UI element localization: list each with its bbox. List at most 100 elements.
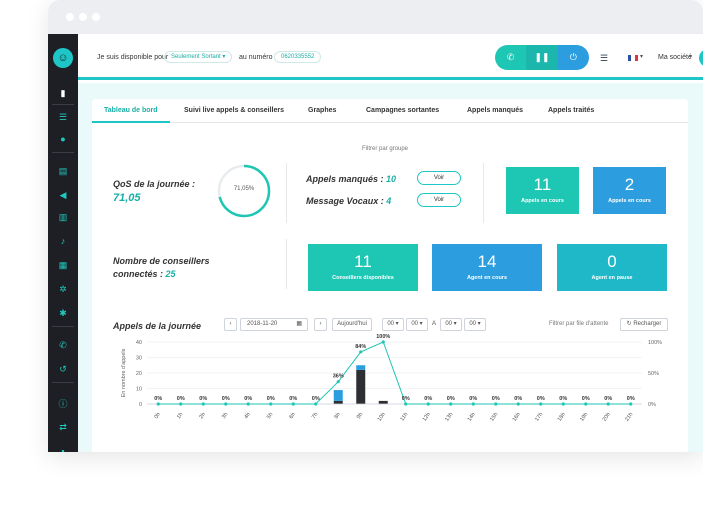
voicemail-voir-button[interactable]: Voir (417, 193, 461, 207)
minute-to-select[interactable]: 00 ▾ (464, 318, 486, 331)
window-dot (66, 13, 74, 21)
tile-conseillers-disponibles[interactable]: 11 Conseillers disponibles (308, 244, 418, 291)
dashboard-icon[interactable]: ▮ (48, 86, 78, 100)
next-day-button[interactable]: › (314, 318, 327, 331)
call-button[interactable]: ✆ (495, 45, 527, 70)
x-tick-label: 18h (557, 412, 567, 423)
topbar: Je suis disponible pour Seulement Sortan… (78, 34, 703, 80)
phone-icon: ✆ (506, 52, 515, 62)
tile-appels-en-cours-2[interactable]: 2 Appels en cours (593, 167, 666, 214)
tile-agent-en-cours[interactable]: 14 Agent en cours (432, 244, 542, 291)
minute-from-value: 00 (411, 321, 418, 327)
x-tick-label: 1h (176, 412, 184, 420)
phone-icon[interactable]: ✆ (48, 338, 78, 352)
rate-point (381, 340, 385, 344)
tile-label: Conseillers disponibles (332, 275, 394, 281)
bar-appels-traites (378, 400, 388, 404)
language-flag-icon[interactable] (628, 55, 638, 61)
prev-day-button[interactable]: ‹ (224, 318, 237, 331)
volume-icon[interactable]: ◀ (48, 188, 78, 202)
chart-icon[interactable]: ▦ (48, 258, 78, 272)
rate-point-label: 0% (312, 396, 320, 402)
rate-point-label: 84% (355, 344, 366, 350)
tab-appels-traites[interactable]: Appels traités (548, 107, 594, 114)
company-menu[interactable]: Ma société (658, 54, 692, 61)
more-icon[interactable]: ▪ (48, 444, 78, 452)
rate-point-label: 0% (267, 396, 275, 402)
tile-label: Appels en cours (608, 198, 651, 204)
power-button[interactable]: ⏻ (557, 45, 589, 70)
rate-point-label: 0% (514, 396, 522, 402)
minute-from-select[interactable]: 00 ▾ (406, 318, 428, 331)
qos-ring-value: 71,05% (233, 186, 255, 192)
rate-point-label: 0% (627, 396, 635, 402)
menu-icon[interactable]: ☰ (600, 53, 608, 64)
list-icon[interactable]: ☰ (48, 110, 78, 124)
tab-campagnes[interactable]: Campagnes sortantes (366, 107, 439, 114)
appels-title: Appels de la journée (113, 321, 202, 331)
call-controls: ✆ ❚❚ ⏻ (495, 45, 589, 70)
tab-appels-manques[interactable]: Appels manqués (467, 107, 523, 114)
document-icon[interactable]: ▤ (48, 164, 78, 178)
y2-tick-label: 0% (648, 402, 656, 408)
queue-filter-link[interactable]: Filtrer par file d'attente (549, 321, 609, 327)
rate-point (314, 402, 318, 406)
number-select[interactable]: 0620335552 (274, 51, 322, 63)
filter-group-link[interactable]: Filtrer par groupe (362, 146, 408, 152)
missed-calls-label: Appels manqués : (306, 174, 384, 184)
minute-to-value: 00 (469, 321, 476, 327)
chevron-down-icon[interactable]: ▾ (640, 53, 643, 60)
tab-bar: Tableau de bord Suivi live appels & cons… (92, 99, 688, 123)
users-icon[interactable]: ● (48, 132, 78, 146)
time-separator: A (432, 321, 437, 327)
app-logo[interactable]: ☺ (48, 34, 78, 82)
today-button[interactable]: Aujourd'hui (332, 318, 372, 331)
settings-group-icon[interactable]: ✲ (48, 282, 78, 296)
bar-appels-traites (333, 400, 343, 404)
tab-graphes[interactable]: Graphes (308, 107, 336, 114)
reload-button[interactable]: ↻ Recharger (620, 318, 668, 331)
pause-button[interactable]: ❚❚ (526, 45, 558, 70)
gear-icon[interactable]: ✱ (48, 306, 78, 320)
qos-label: QoS de la journée : (113, 179, 196, 189)
sidebar: ☺ ▮ ☰ ● ▤ ◀ ▥ ♪ ▦ ✲ ✱ ✆ ↺ ⓘ ⇄ ▪ (48, 34, 78, 452)
rate-point-label: 100% (376, 334, 390, 340)
calls-chart: 0 10 20 30 40 0% 50% 100% En nombre d'appels 0h 1h… (121, 334, 662, 423)
hour-from-select[interactable]: 00 ▾ (382, 318, 404, 331)
tile-agent-en-pause[interactable]: 0 Agent en pause (557, 244, 667, 291)
tile-appels-en-cours[interactable]: 11 Appels en cours (506, 167, 579, 214)
mode-select[interactable]: Seulement Sortant ▾ (164, 51, 233, 63)
date-input[interactable]: 2018-11-20 ▦ (240, 318, 308, 331)
info-icon[interactable]: ⓘ (48, 396, 78, 410)
rate-point (246, 402, 250, 406)
conseillers-label-line1: Nombre de conseillers (113, 256, 210, 266)
hour-to-value: 00 (445, 321, 452, 327)
microphone-icon[interactable]: ♪ (48, 234, 78, 248)
y2-tick-label: 50% (648, 371, 659, 377)
x-tick-label: 5h (266, 412, 274, 420)
y-tick-label: 20 (136, 371, 142, 377)
rate-point-label: 36% (333, 374, 344, 380)
x-tick-label: 11h (399, 412, 409, 423)
missed-calls-voir-button[interactable]: Voir (417, 171, 461, 185)
transfer-icon[interactable]: ⇄ (48, 420, 78, 434)
hour-to-select[interactable]: 00 ▾ (440, 318, 462, 331)
hour-from-value: 00 (387, 321, 394, 327)
x-tick-label: 10h (377, 412, 387, 423)
reload-label: Recharger (633, 321, 662, 327)
calendar-icon: ▦ (296, 321, 302, 327)
tab-suivi-live[interactable]: Suivi live appels & conseillers (184, 107, 284, 114)
avatar[interactable]: M (699, 49, 703, 67)
y-axis-label: En nombre d'appels (121, 348, 127, 397)
bank-icon[interactable]: ▥ (48, 210, 78, 224)
tab-tableau-de-bord[interactable]: Tableau de bord (104, 107, 158, 114)
x-tick-label: 17h (534, 412, 544, 423)
rate-point (539, 402, 543, 406)
rate-point (359, 350, 363, 354)
x-tick-label: 20h (602, 412, 612, 423)
rate-point-label: 0% (582, 396, 590, 402)
history-icon[interactable]: ↺ (48, 362, 78, 376)
tile-number: 14 (477, 252, 497, 271)
conseillers-label-line2: connectés : (113, 269, 164, 279)
chevron-down-icon[interactable]: ▾ (689, 53, 692, 60)
